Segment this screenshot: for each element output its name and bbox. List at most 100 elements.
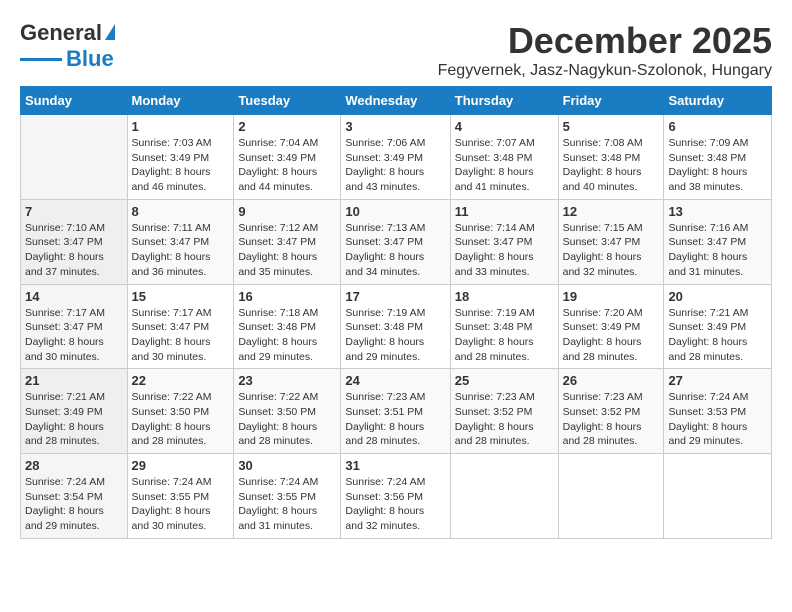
day-number: 18 (455, 289, 554, 304)
calendar-cell: 22 Sunrise: 7:22 AM Sunset: 3:50 PM Dayli… (127, 369, 234, 454)
day-number: 26 (563, 373, 660, 388)
calendar-cell (21, 115, 128, 200)
week-row-1: 1 Sunrise: 7:03 AM Sunset: 3:49 PM Daylig… (21, 115, 772, 200)
calendar-cell: 11Sunrise: 7:14 AM Sunset: 3:47 PM Dayli… (450, 199, 558, 284)
day-number: 10 (345, 204, 445, 219)
calendar-cell (450, 454, 558, 539)
calendar-cell: 6 Sunrise: 7:09 AM Sunset: 3:48 PM Daylig… (664, 115, 772, 200)
week-row-4: 21 Sunrise: 7:21 AM Sunset: 3:49 PM Dayli… (21, 369, 772, 454)
day-number: 20 (668, 289, 767, 304)
day-info: Sunrise: 7:22 AM Sunset: 3:50 PM Dayligh… (238, 390, 336, 449)
day-number: 6 (668, 119, 767, 134)
calendar-cell: 31 Sunrise: 7:24 AM Sunset: 3:56 PM Dayli… (341, 454, 450, 539)
calendar-cell: 26 Sunrise: 7:23 AM Sunset: 3:52 PM Dayli… (558, 369, 664, 454)
day-number: 22 (132, 373, 230, 388)
day-info: Sunrise: 7:23 AM Sunset: 3:52 PM Dayligh… (563, 390, 660, 449)
calendar-cell: 14 Sunrise: 7:17 AM Sunset: 3:47 PM Dayli… (21, 284, 128, 369)
logo-triangle-icon (105, 24, 115, 40)
calendar-cell: 12Sunrise: 7:15 AM Sunset: 3:47 PM Dayli… (558, 199, 664, 284)
header-saturday: Saturday (664, 87, 772, 115)
calendar-cell: 16Sunrise: 7:18 AM Sunset: 3:48 PM Dayli… (234, 284, 341, 369)
day-number: 5 (563, 119, 660, 134)
day-info: Sunrise: 7:07 AM Sunset: 3:48 PM Dayligh… (455, 136, 554, 195)
calendar-cell: 19Sunrise: 7:20 AM Sunset: 3:49 PM Dayli… (558, 284, 664, 369)
calendar-cell: 21 Sunrise: 7:21 AM Sunset: 3:49 PM Dayli… (21, 369, 128, 454)
day-number: 25 (455, 373, 554, 388)
calendar-cell: 28Sunrise: 7:24 AM Sunset: 3:54 PM Dayli… (21, 454, 128, 539)
week-row-2: 7 Sunrise: 7:10 AM Sunset: 3:47 PM Daylig… (21, 199, 772, 284)
calendar-cell: 7 Sunrise: 7:10 AM Sunset: 3:47 PM Daylig… (21, 199, 128, 284)
calendar-cell: 1 Sunrise: 7:03 AM Sunset: 3:49 PM Daylig… (127, 115, 234, 200)
calendar-title: December 2025 (438, 20, 772, 62)
week-row-5: 28Sunrise: 7:24 AM Sunset: 3:54 PM Dayli… (21, 454, 772, 539)
day-number: 21 (25, 373, 123, 388)
calendar-cell: 24Sunrise: 7:23 AM Sunset: 3:51 PM Dayli… (341, 369, 450, 454)
day-info: Sunrise: 7:24 AM Sunset: 3:56 PM Dayligh… (345, 475, 445, 534)
day-number: 3 (345, 119, 445, 134)
day-number: 15 (132, 289, 230, 304)
calendar-cell: 3Sunrise: 7:06 AM Sunset: 3:49 PM Daylig… (341, 115, 450, 200)
header-monday: Monday (127, 87, 234, 115)
day-info: Sunrise: 7:08 AM Sunset: 3:48 PM Dayligh… (563, 136, 660, 195)
calendar-header-row: SundayMondayTuesdayWednesdayThursdayFrid… (21, 87, 772, 115)
day-number: 31 (345, 458, 445, 473)
calendar-cell: 13 Sunrise: 7:16 AM Sunset: 3:47 PM Dayli… (664, 199, 772, 284)
calendar-cell: 4 Sunrise: 7:07 AM Sunset: 3:48 PM Daylig… (450, 115, 558, 200)
calendar-cell: 27 Sunrise: 7:24 AM Sunset: 3:53 PM Dayli… (664, 369, 772, 454)
day-info: Sunrise: 7:24 AM Sunset: 3:55 PM Dayligh… (132, 475, 230, 534)
calendar-cell (664, 454, 772, 539)
calendar-cell: 2 Sunrise: 7:04 AM Sunset: 3:49 PM Daylig… (234, 115, 341, 200)
day-info: Sunrise: 7:19 AM Sunset: 3:48 PM Dayligh… (345, 306, 445, 365)
day-info: Sunrise: 7:22 AM Sunset: 3:50 PM Dayligh… (132, 390, 230, 449)
day-number: 4 (455, 119, 554, 134)
calendar-cell: 25 Sunrise: 7:23 AM Sunset: 3:52 PM Dayli… (450, 369, 558, 454)
day-number: 30 (238, 458, 336, 473)
day-info: Sunrise: 7:03 AM Sunset: 3:49 PM Dayligh… (132, 136, 230, 195)
header-wednesday: Wednesday (341, 87, 450, 115)
day-number: 13 (668, 204, 767, 219)
header-tuesday: Tuesday (234, 87, 341, 115)
day-info: Sunrise: 7:21 AM Sunset: 3:49 PM Dayligh… (668, 306, 767, 365)
calendar-cell: 8Sunrise: 7:11 AM Sunset: 3:47 PM Daylig… (127, 199, 234, 284)
day-number: 2 (238, 119, 336, 134)
day-number: 14 (25, 289, 123, 304)
header-friday: Friday (558, 87, 664, 115)
day-info: Sunrise: 7:21 AM Sunset: 3:49 PM Dayligh… (25, 390, 123, 449)
calendar-cell: 10 Sunrise: 7:13 AM Sunset: 3:47 PM Dayli… (341, 199, 450, 284)
calendar-cell: 9 Sunrise: 7:12 AM Sunset: 3:47 PM Daylig… (234, 199, 341, 284)
logo-general: General (20, 20, 102, 46)
day-number: 1 (132, 119, 230, 134)
day-info: Sunrise: 7:09 AM Sunset: 3:48 PM Dayligh… (668, 136, 767, 195)
logo-blue: Blue (66, 46, 114, 72)
day-info: Sunrise: 7:16 AM Sunset: 3:47 PM Dayligh… (668, 221, 767, 280)
header-sunday: Sunday (21, 87, 128, 115)
calendar-subtitle: Fegyvernek, Jasz-Nagykun-Szolonok, Hunga… (438, 62, 772, 80)
day-number: 9 (238, 204, 336, 219)
calendar-cell: 29 Sunrise: 7:24 AM Sunset: 3:55 PM Dayli… (127, 454, 234, 539)
day-info: Sunrise: 7:17 AM Sunset: 3:47 PM Dayligh… (25, 306, 123, 365)
calendar-cell: 18Sunrise: 7:19 AM Sunset: 3:48 PM Dayli… (450, 284, 558, 369)
day-info: Sunrise: 7:13 AM Sunset: 3:47 PM Dayligh… (345, 221, 445, 280)
day-info: Sunrise: 7:24 AM Sunset: 3:53 PM Dayligh… (668, 390, 767, 449)
day-number: 17 (345, 289, 445, 304)
day-info: Sunrise: 7:12 AM Sunset: 3:47 PM Dayligh… (238, 221, 336, 280)
day-info: Sunrise: 7:23 AM Sunset: 3:51 PM Dayligh… (345, 390, 445, 449)
day-number: 29 (132, 458, 230, 473)
day-info: Sunrise: 7:24 AM Sunset: 3:54 PM Dayligh… (25, 475, 123, 534)
day-info: Sunrise: 7:04 AM Sunset: 3:49 PM Dayligh… (238, 136, 336, 195)
calendar-table: SundayMondayTuesdayWednesdayThursdayFrid… (20, 86, 772, 539)
logo: General Blue (20, 20, 115, 72)
calendar-cell: 20 Sunrise: 7:21 AM Sunset: 3:49 PM Dayli… (664, 284, 772, 369)
day-info: Sunrise: 7:14 AM Sunset: 3:47 PM Dayligh… (455, 221, 554, 280)
day-number: 7 (25, 204, 123, 219)
day-number: 23 (238, 373, 336, 388)
day-info: Sunrise: 7:23 AM Sunset: 3:52 PM Dayligh… (455, 390, 554, 449)
calendar-cell (558, 454, 664, 539)
day-number: 12 (563, 204, 660, 219)
day-info: Sunrise: 7:10 AM Sunset: 3:47 PM Dayligh… (25, 221, 123, 280)
header-thursday: Thursday (450, 87, 558, 115)
day-number: 27 (668, 373, 767, 388)
day-info: Sunrise: 7:17 AM Sunset: 3:47 PM Dayligh… (132, 306, 230, 365)
day-number: 8 (132, 204, 230, 219)
calendar-cell: 17 Sunrise: 7:19 AM Sunset: 3:48 PM Dayli… (341, 284, 450, 369)
